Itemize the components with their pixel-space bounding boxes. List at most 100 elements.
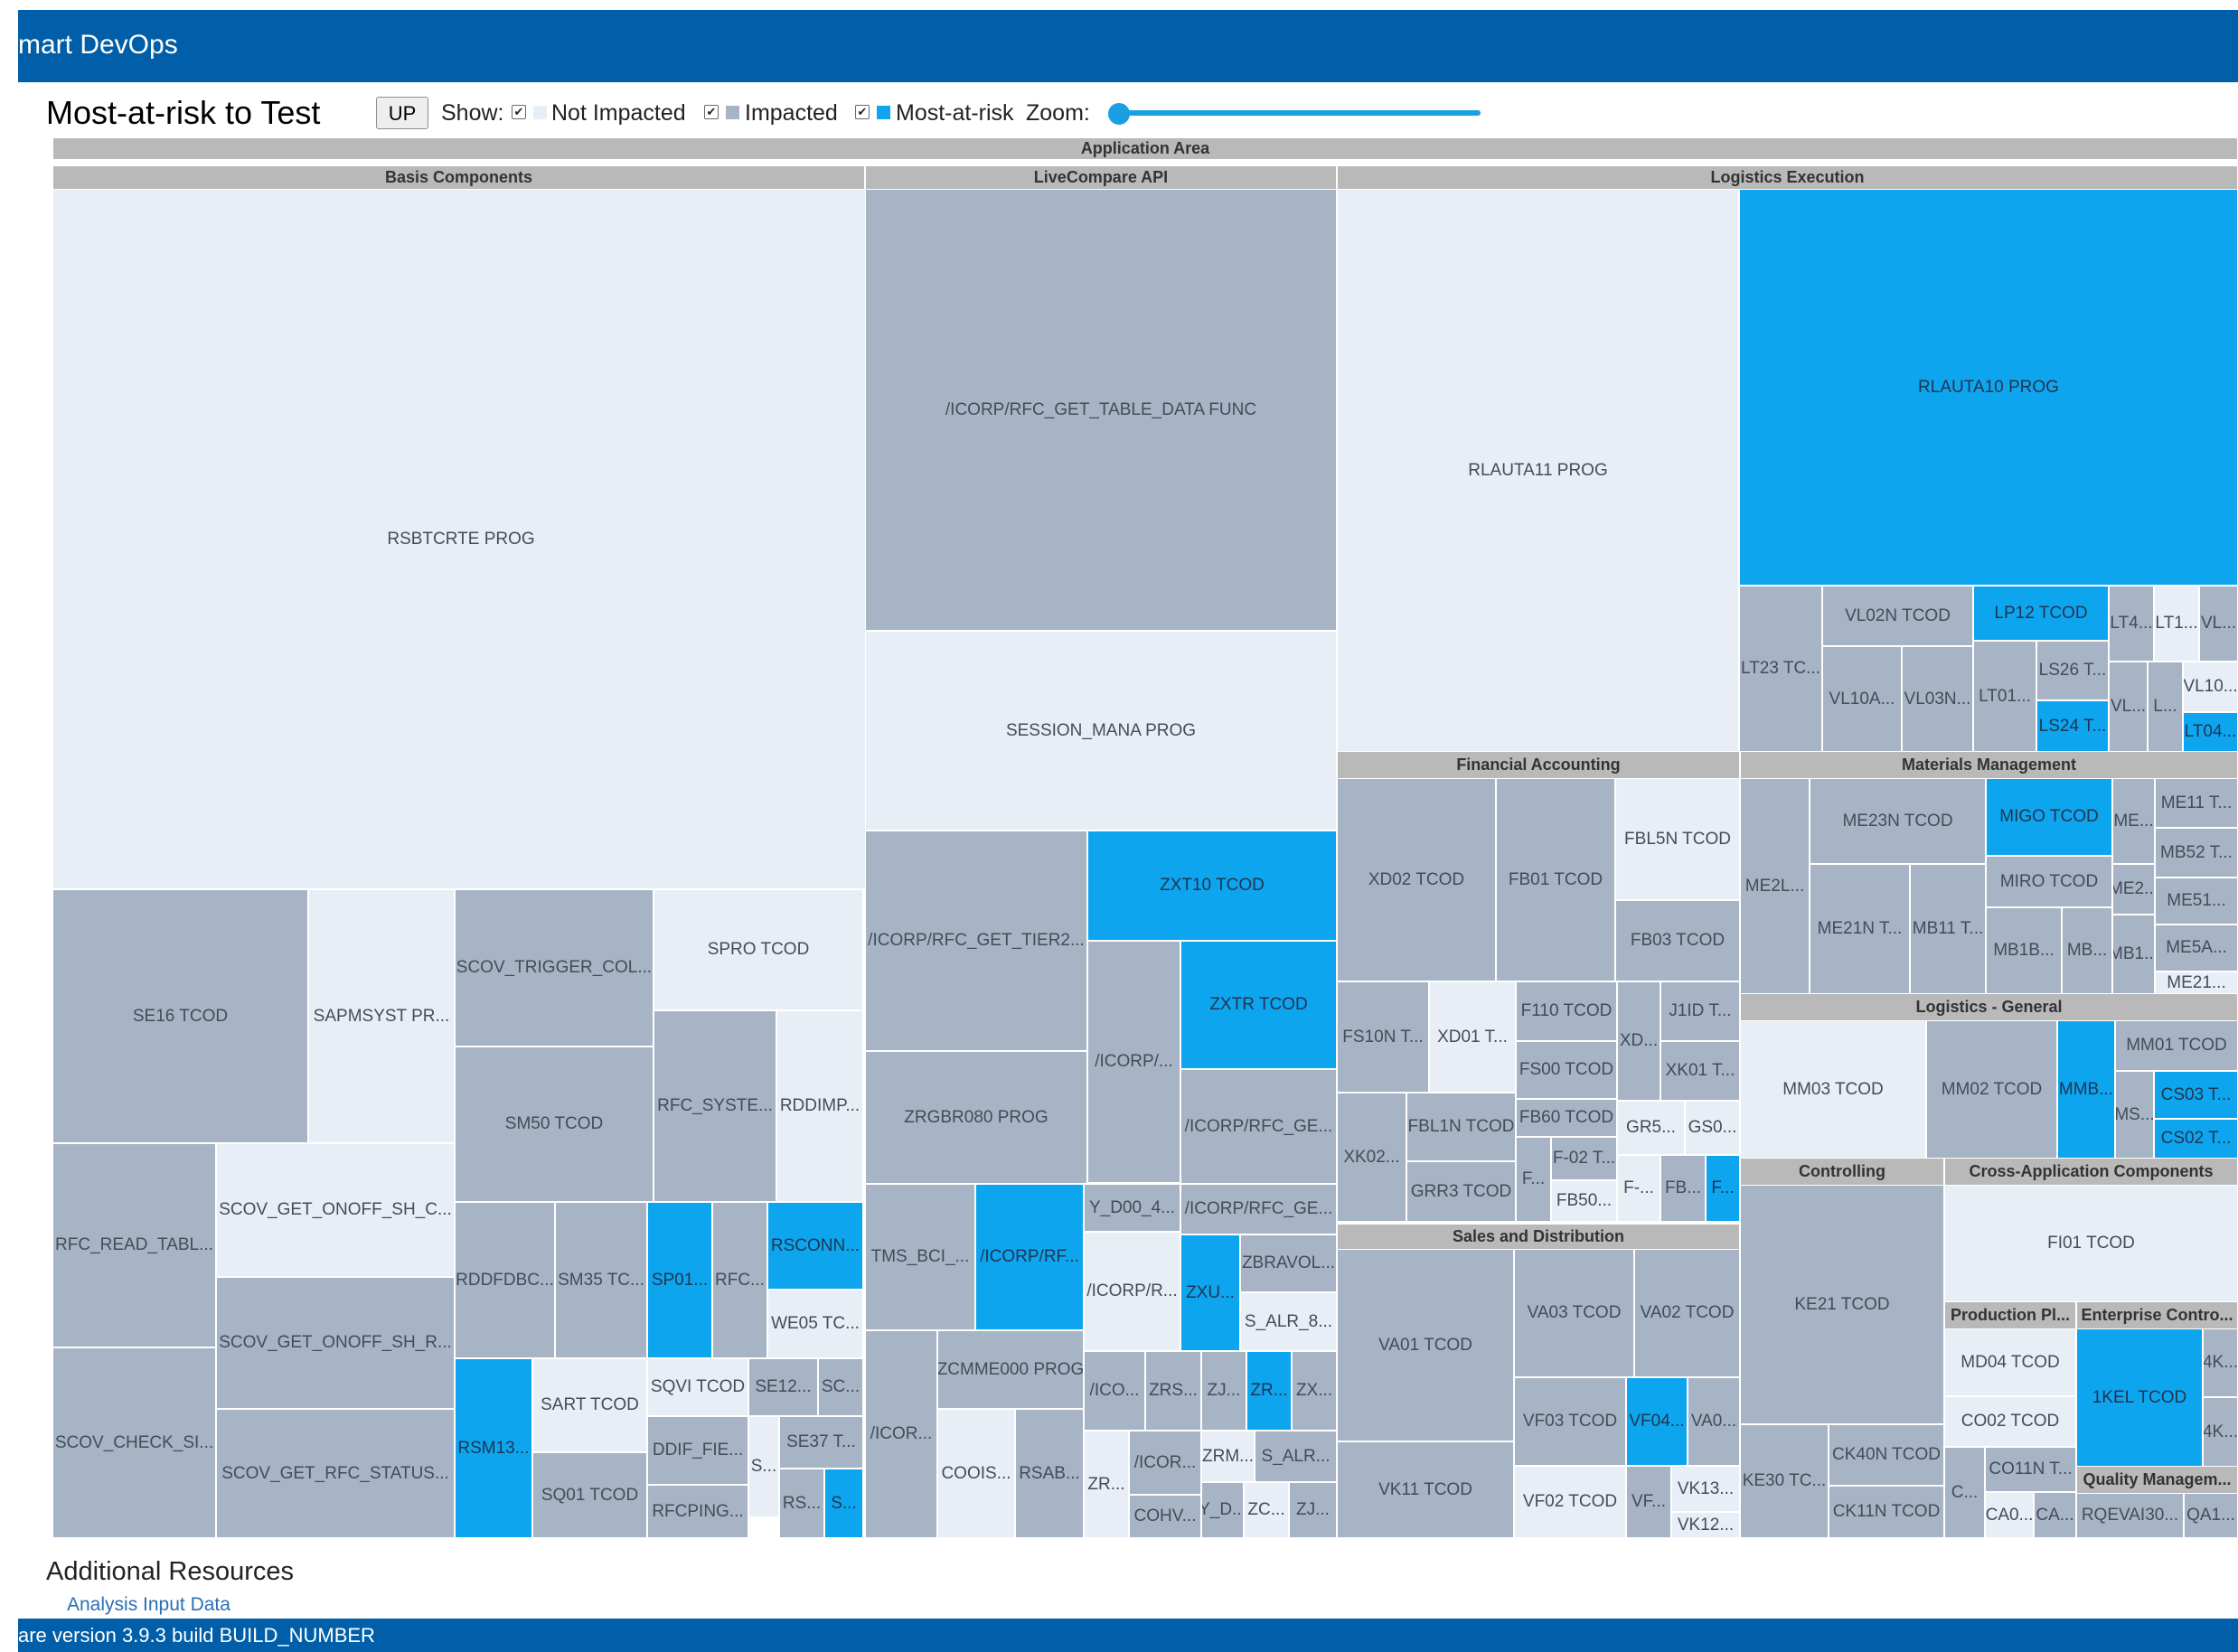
treemap-cell-sm35-tc[interactable]: SM35 TC... (555, 1202, 647, 1358)
treemap-cell-fi01-tcod[interactable]: FI01 TCOD (1944, 1185, 2238, 1302)
treemap-cell-vf04[interactable]: VF04... (1626, 1377, 1688, 1466)
treemap-cell-c[interactable]: C... (1944, 1447, 1985, 1538)
treemap-cell-zx[interactable]: ZX... (1292, 1351, 1337, 1431)
treemap-cell-ke30-tc[interactable]: KE30 TC... (1740, 1424, 1829, 1538)
group-header-controlling[interactable]: Controlling (1740, 1159, 1944, 1185)
zoom-slider-track[interactable] (1119, 110, 1481, 116)
treemap-cell-icorp-rfc-get-tier2[interactable]: /ICORP/RFC_GET_TIER2... (865, 831, 1087, 1051)
treemap-cell-f[interactable]: F... (1516, 1137, 1551, 1222)
treemap-cell-vf03-tcod[interactable]: VF03 TCOD (1514, 1377, 1626, 1466)
treemap-cell-f[interactable]: F-... (1617, 1155, 1660, 1222)
group-header-production-pl[interactable]: Production Pl... (1944, 1302, 2076, 1328)
treemap-cell-sqvi-tcod[interactable]: SQVI TCOD (647, 1358, 748, 1416)
treemap-cell-rfc-syste[interactable]: RFC_SYSTE... (654, 1010, 776, 1202)
treemap-cell-vk13[interactable]: VK13... (1671, 1466, 1740, 1512)
treemap-cell-zxt10-tcod[interactable]: ZXT10 TCOD (1087, 831, 1337, 941)
group-header-financial-accounting[interactable]: Financial Accounting (1337, 752, 1740, 778)
treemap-cell-mb1b[interactable]: MB1B... (1986, 907, 2062, 994)
treemap-cell-va0[interactable]: VA0... (1688, 1377, 1740, 1466)
group-header-livecompare-api[interactable]: LiveCompare API (865, 166, 1337, 189)
treemap-cell-cs03-t[interactable]: CS03 T... (2154, 1071, 2238, 1119)
treemap-cell-zr[interactable]: ZR... (1246, 1351, 1292, 1431)
treemap-cell-ck40n-tcod[interactable]: CK40N TCOD (1829, 1424, 1944, 1486)
treemap-cell-mb11-t[interactable]: MB11 T... (1910, 864, 1986, 994)
treemap-cell-rddfdbc[interactable]: RDDFDBC... (455, 1202, 555, 1358)
treemap-cell-fs10n-t[interactable]: FS10N T... (1337, 981, 1429, 1093)
treemap-cell-zxtr-tcod[interactable]: ZXTR TCOD (1180, 941, 1337, 1069)
treemap-cell-va02-tcod[interactable]: VA02 TCOD (1634, 1249, 1740, 1377)
treemap-cell-rddimp[interactable]: RDDIMP... (776, 1010, 863, 1202)
treemap-cell-vl[interactable]: VL... (2109, 662, 2148, 752)
treemap-cell-miro-tcod[interactable]: MIRO TCOD (1986, 856, 2112, 907)
group-header-enterprise-contro[interactable]: Enterprise Contro... (2076, 1302, 2238, 1328)
up-button[interactable]: UP (376, 97, 428, 129)
treemap-cell-f[interactable]: F... (1706, 1155, 1740, 1222)
treemap-cell-xd02-tcod[interactable]: XD02 TCOD (1337, 778, 1496, 981)
treemap-cell-se37-t[interactable]: SE37 T... (779, 1416, 863, 1469)
treemap-cell-ls24-t[interactable]: LS24 T... (2036, 700, 2109, 752)
treemap-cell-qa1[interactable]: QA1... (2184, 1493, 2238, 1538)
treemap-cell-rlauta11-prog[interactable]: RLAUTA11 PROG (1337, 189, 1739, 752)
treemap-cell-s-alr-8[interactable]: S_ALR_8... (1240, 1292, 1337, 1351)
treemap-cell-l[interactable]: L... (2148, 662, 2183, 752)
treemap-cell-vl10[interactable]: VL10... (2183, 662, 2238, 712)
treemap-cell-lt1[interactable]: LT1... (2154, 586, 2199, 662)
treemap-cell-md04-tcod[interactable]: MD04 TCOD (1944, 1328, 2076, 1396)
group-header-quality-managem[interactable]: Quality Managem... (2076, 1467, 2238, 1493)
treemap-cell-gr5[interactable]: GR5... (1617, 1101, 1685, 1155)
treemap-cell-sc[interactable]: SC... (818, 1358, 863, 1416)
treemap-cell-vl03n[interactable]: VL03N... (1902, 646, 1973, 752)
treemap-cell-se16-tcod[interactable]: SE16 TCOD (52, 889, 308, 1143)
treemap-cell-session-mana-prog[interactable]: SESSION_MANA PROG (865, 631, 1337, 831)
treemap-cell-rfc[interactable]: RFC... (712, 1202, 767, 1358)
zoom-slider-handle[interactable] (1108, 103, 1130, 125)
treemap-cell-sp01[interactable]: SP01... (647, 1202, 712, 1358)
not-impacted-checkbox[interactable]: ✔ (512, 105, 526, 119)
treemap-cell-y-d[interactable]: Y_D... (1201, 1482, 1244, 1538)
treemap-cell-icorp-rf[interactable]: /ICORP/RF... (975, 1184, 1084, 1330)
treemap-cell-ca[interactable]: CA... (2034, 1492, 2076, 1538)
treemap-cell-1kel-tcod[interactable]: 1KEL TCOD (2076, 1328, 2203, 1467)
treemap-cell-zc[interactable]: ZC... (1244, 1482, 1289, 1538)
treemap-cell-xd01-t[interactable]: XD01 T... (1429, 981, 1516, 1093)
treemap-cell-lt04[interactable]: LT04... (2183, 712, 2238, 752)
treemap-root-header[interactable]: Application Area (52, 138, 2238, 159)
treemap-cell-rqevai30[interactable]: RQEVAI30... (2076, 1493, 2184, 1538)
treemap-cell-icorp-rfc-ge[interactable]: /ICORP/RFC_GE... (1180, 1184, 1337, 1234)
treemap-cell-me5a[interactable]: ME5A... (2155, 925, 2238, 971)
treemap-cell-lt01[interactable]: LT01... (1973, 641, 2036, 752)
impacted-checkbox[interactable]: ✔ (704, 105, 719, 119)
treemap-cell-me23n-tcod[interactable]: ME23N TCOD (1810, 778, 1986, 864)
treemap-cell-ck11n-tcod[interactable]: CK11N TCOD (1829, 1486, 1944, 1538)
treemap-cell-va01-tcod[interactable]: VA01 TCOD (1337, 1249, 1514, 1441)
treemap-cell-migo-tcod[interactable]: MIGO TCOD (1986, 778, 2112, 856)
treemap-cell-sq01-tcod[interactable]: SQ01 TCOD (532, 1452, 647, 1538)
treemap-cell-ls26-t[interactable]: LS26 T... (2036, 641, 2109, 700)
treemap-cell-me21[interactable]: ME21... (2155, 971, 2238, 994)
treemap-cell-ms[interactable]: MS... (2115, 1071, 2154, 1159)
treemap-cell-vl10a[interactable]: VL10A... (1822, 646, 1902, 752)
treemap-cell-fb03-tcod[interactable]: FB03 TCOD (1615, 900, 1740, 981)
treemap-cell-se12[interactable]: SE12... (748, 1358, 818, 1416)
treemap-cell-mm01-tcod[interactable]: MM01 TCOD (2115, 1020, 2238, 1071)
treemap-cell-rsm13[interactable]: RSM13... (455, 1358, 532, 1538)
treemap-cell-mb[interactable]: MB... (2062, 907, 2112, 994)
group-header-materials-management[interactable]: Materials Management (1740, 752, 2238, 778)
treemap-cell-lt4[interactable]: LT4... (2109, 586, 2154, 662)
treemap-cell-xd[interactable]: XD... (1617, 981, 1660, 1101)
treemap-cell-icorp-rfc-ge[interactable]: /ICORP/RFC_GE... (1180, 1069, 1337, 1184)
treemap-cell-ke21-tcod[interactable]: KE21 TCOD (1740, 1185, 1944, 1424)
treemap-cell-scov-get-onoff-sh-r[interactable]: SCOV_GET_ONOFF_SH_R... (216, 1277, 455, 1409)
group-header-logistics-execution[interactable]: Logistics Execution (1337, 166, 2238, 189)
treemap-cell-scov-get-onoff-sh-c[interactable]: SCOV_GET_ONOFF_SH_C... (216, 1143, 455, 1277)
treemap-cell-4k[interactable]: 4K... (2203, 1328, 2238, 1397)
treemap-cell-coois[interactable]: COOIS... (937, 1409, 1015, 1538)
treemap-cell-zj[interactable]: ZJ... (1289, 1482, 1337, 1538)
treemap-cell-zrm[interactable]: ZRM... (1201, 1431, 1255, 1482)
most-at-risk-checkbox[interactable]: ✔ (855, 105, 870, 119)
treemap-cell-vk12[interactable]: VK12... (1671, 1512, 1740, 1538)
treemap-cell-fbl1n-tcod[interactable]: FBL1N TCOD (1406, 1093, 1516, 1161)
treemap-cell-vl02n-tcod[interactable]: VL02N TCOD (1822, 586, 1973, 646)
treemap-cell-fb[interactable]: FB... (1660, 1155, 1706, 1222)
treemap-cell-vl[interactable]: VL... (2199, 586, 2238, 662)
